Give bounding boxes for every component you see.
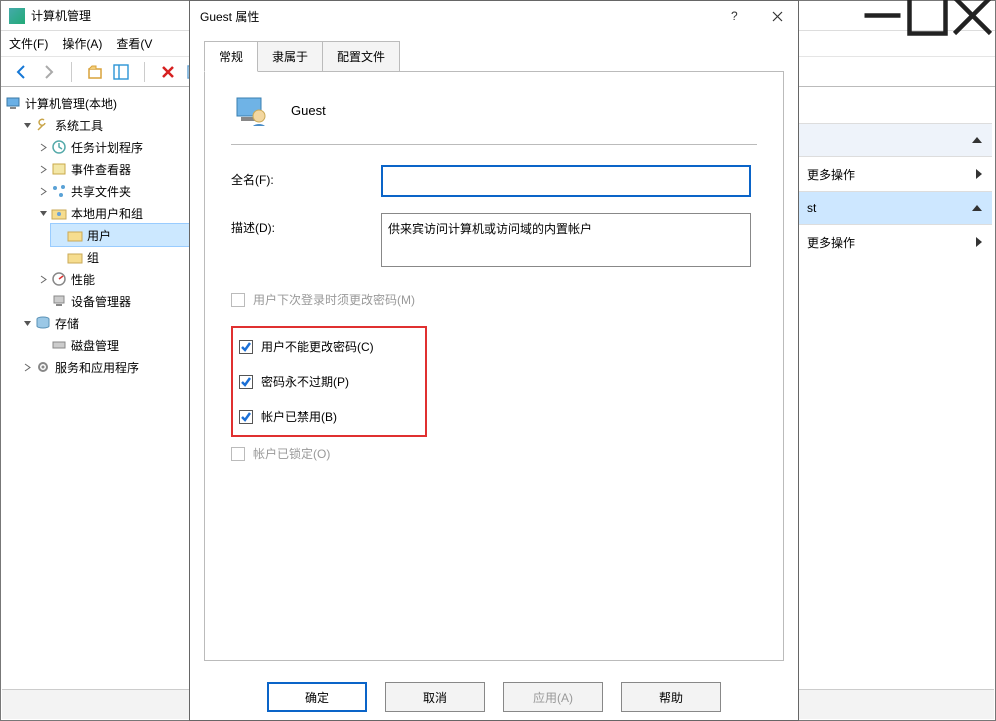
tree-performance[interactable]: 性能 <box>35 268 190 290</box>
chevron-right-icon[interactable] <box>37 185 49 197</box>
tree-pane[interactable]: 计算机管理(本地) 系统工具 <box>1 88 191 720</box>
fullname-input[interactable] <box>381 165 751 197</box>
tab-memberof[interactable]: 隶属于 <box>258 41 323 72</box>
tree-storage[interactable]: 存储 <box>19 312 190 334</box>
checkbox-icon <box>231 293 245 307</box>
disk-icon <box>51 337 67 353</box>
event-icon <box>51 161 67 177</box>
checkbox-icon[interactable] <box>239 340 253 354</box>
device-icon <box>51 293 67 309</box>
tree-services-apps[interactable]: 服务和应用程序 <box>19 356 190 378</box>
forward-button[interactable] <box>37 61 59 83</box>
tools-icon <box>35 117 51 133</box>
description-input[interactable] <box>381 213 751 267</box>
label-description: 描述(D): <box>231 213 381 236</box>
chevron-right-icon <box>976 169 982 179</box>
chevron-right-icon[interactable] <box>21 361 33 373</box>
users-folder-icon <box>51 205 67 221</box>
app-icon <box>9 8 25 24</box>
dialog-title: Guest 属性 <box>200 8 714 25</box>
check-account-disabled[interactable]: 帐户已禁用(B) <box>239 408 419 425</box>
tree-shared-folders[interactable]: 共享文件夹 <box>35 180 190 202</box>
chevron-right-icon[interactable] <box>37 273 49 285</box>
dialog-titlebar: Guest 属性 ? <box>190 1 798 31</box>
user-name-label: Guest <box>291 103 326 118</box>
delete-button[interactable] <box>157 61 179 83</box>
tree-event-viewer[interactable]: 事件查看器 <box>35 158 190 180</box>
chevron-up-icon <box>972 205 982 211</box>
highlighted-options: 用户不能更改密码(C) 密码永不过期(P) 帐户已禁用(B) <box>231 326 427 437</box>
tab-general[interactable]: 常规 <box>204 41 258 72</box>
maximize-button[interactable] <box>905 1 950 30</box>
tree-groups[interactable]: 组 <box>51 246 190 268</box>
chevron-up-icon <box>972 137 982 143</box>
chevron-down-icon[interactable] <box>37 207 49 219</box>
svg-text:?: ? <box>731 10 738 22</box>
check-must-change: 用户下次登录时须更改密码(M) <box>231 291 757 308</box>
tabs: 常规 隶属于 配置文件 <box>204 41 784 72</box>
main-title: 计算机管理 <box>31 7 91 24</box>
menu-file[interactable]: 文件(F) <box>9 35 48 52</box>
show-hide-tree-button[interactable] <box>110 61 132 83</box>
tab-panel-general: Guest 全名(F): 描述(D): 用户下次登录时须更改密码(M) 用户不能… <box>204 71 784 661</box>
close-button[interactable] <box>950 1 995 30</box>
checkbox-icon[interactable] <box>239 410 253 424</box>
dialog-close-button[interactable] <box>756 2 798 31</box>
share-icon <box>51 183 67 199</box>
services-icon <box>35 359 51 375</box>
tree-device-manager[interactable]: 设备管理器 <box>35 290 190 312</box>
action-header-guest[interactable]: st <box>799 191 992 225</box>
ok-button[interactable]: 确定 <box>267 682 367 712</box>
tab-profile[interactable]: 配置文件 <box>323 41 400 72</box>
check-account-locked: 帐户已锁定(O) <box>231 445 757 462</box>
up-button[interactable] <box>84 61 106 83</box>
divider <box>231 144 757 145</box>
tree-systools[interactable]: 系统工具 <box>19 114 190 136</box>
chevron-down-icon[interactable] <box>21 119 33 131</box>
chevron-right-icon[interactable] <box>37 163 49 175</box>
computer-icon <box>5 95 21 111</box>
help-button[interactable]: 帮助 <box>621 682 721 712</box>
check-cannot-change[interactable]: 用户不能更改密码(C) <box>239 338 419 355</box>
clock-icon <box>51 139 67 155</box>
tree-task-scheduler[interactable]: 任务计划程序 <box>35 136 190 158</box>
folder-icon <box>67 227 83 243</box>
chevron-down-icon[interactable] <box>21 317 33 329</box>
checkbox-icon[interactable] <box>239 375 253 389</box>
back-button[interactable] <box>11 61 33 83</box>
storage-icon <box>35 315 51 331</box>
apply-button[interactable]: 应用(A) <box>503 682 603 712</box>
minimize-button[interactable] <box>860 1 905 30</box>
user-icon <box>231 90 271 130</box>
checkbox-icon <box>231 447 245 461</box>
action-header-users[interactable] <box>799 123 992 157</box>
tree-local-users-groups[interactable]: 本地用户和组 <box>35 202 190 224</box>
properties-dialog: Guest 属性 ? 常规 隶属于 配置文件 <box>189 0 799 721</box>
dialog-help-button[interactable]: ? <box>714 2 756 31</box>
perf-icon <box>51 271 67 287</box>
check-never-expire[interactable]: 密码永不过期(P) <box>239 373 419 390</box>
menu-action[interactable]: 操作(A) <box>62 35 102 52</box>
menu-view[interactable]: 查看(V <box>116 35 152 52</box>
action-more-2[interactable]: 更多操作 <box>799 225 992 259</box>
dialog-buttons: 确定 取消 应用(A) 帮助 <box>190 672 798 720</box>
actions-panel: 更多操作 st 更多操作 <box>799 123 992 259</box>
action-more-1[interactable]: 更多操作 <box>799 157 992 191</box>
folder-icon <box>67 249 83 265</box>
tree-disk-mgmt[interactable]: 磁盘管理 <box>35 334 190 356</box>
label-fullname: 全名(F): <box>231 165 381 188</box>
tree-users[interactable]: 用户 <box>51 224 190 246</box>
cancel-button[interactable]: 取消 <box>385 682 485 712</box>
chevron-right-icon <box>976 237 982 247</box>
tree-root[interactable]: 计算机管理(本地) <box>3 92 190 114</box>
chevron-right-icon[interactable] <box>37 141 49 153</box>
